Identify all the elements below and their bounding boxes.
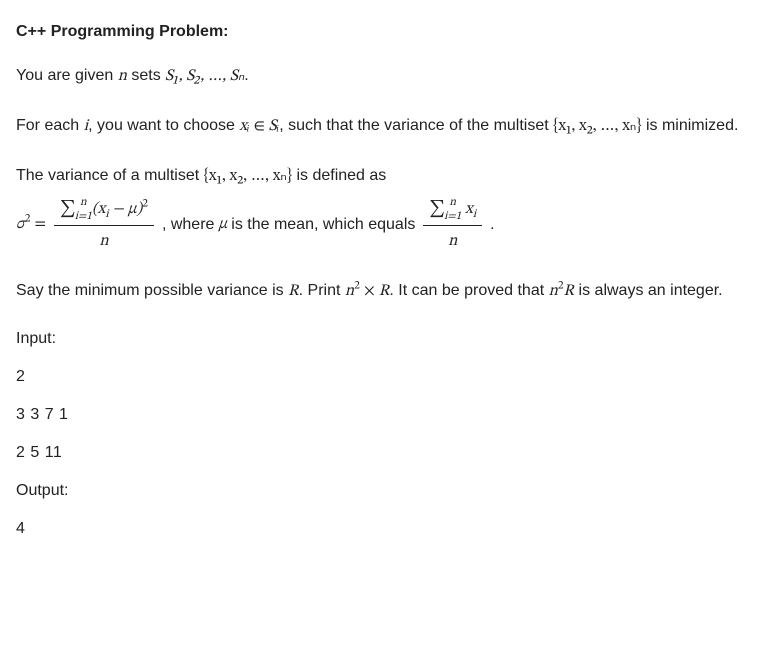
- text: , where: [162, 211, 214, 238]
- R: R: [564, 283, 575, 299]
- text: You are given: [16, 67, 118, 84]
- sum-symbol: ∑: [429, 200, 445, 217]
- text: The variance of a multiset: [16, 167, 204, 184]
- x: x: [465, 201, 473, 217]
- text: , such that the variance of the multiset: [279, 117, 553, 134]
- text: .: [244, 67, 248, 84]
- multiset: {x₁, x₂, …, xₙ}: [553, 118, 641, 134]
- sum-symbol: ∑: [60, 200, 76, 217]
- variance-formula: σ2 = ∑ni=1(xi − μ)2 n , where μ is the m…: [16, 195, 766, 256]
- text: (x: [92, 201, 105, 217]
- denominator: n: [442, 226, 463, 255]
- output-label: Output:: [16, 479, 766, 503]
- sum-limits: n i=1: [75, 197, 92, 221]
- sum-limits: n i=1: [444, 197, 461, 221]
- n2R: n2 × R: [345, 283, 390, 299]
- equals: =: [34, 211, 46, 238]
- paren-x: (xi − μ)2: [92, 201, 148, 217]
- var-R: R: [288, 283, 299, 299]
- text: is always an integer.: [574, 282, 723, 299]
- text: is minimized.: [642, 117, 739, 134]
- R: R: [379, 283, 390, 299]
- paragraph-3: The variance of a multiset {x₁, x₂, …, x…: [16, 162, 766, 255]
- text: sets: [127, 67, 165, 84]
- element-of: ∈: [250, 118, 269, 134]
- numerator: ∑n i=1(xi − μ)2: [54, 195, 154, 227]
- mean-fraction: ∑ni=1 xi n: [423, 195, 482, 256]
- input-line: 2: [16, 365, 766, 389]
- var-Si: Sᵢ: [269, 118, 280, 134]
- text: For each: [16, 117, 84, 134]
- variance-def-text: The variance of a multiset {x₁, x₂, …, x…: [16, 162, 766, 190]
- sub-i: i: [473, 208, 476, 220]
- input-line: 2 5 11: [16, 441, 766, 465]
- text: is the mean, which equals: [231, 211, 415, 238]
- n: n: [345, 283, 354, 299]
- sigma-squared: σ2: [16, 211, 30, 238]
- exponent: 2: [25, 213, 31, 225]
- sum-lower: i=1: [444, 210, 461, 222]
- n: n: [549, 283, 558, 299]
- paragraph-4: Say the minimum possible variance is R. …: [16, 277, 766, 305]
- n2R-2: n2R: [549, 283, 574, 299]
- text: is defined as: [292, 167, 386, 184]
- xi-term: xi: [465, 201, 476, 217]
- paragraph-2: For each i, you want to choose xᵢ ∈ Sᵢ, …: [16, 112, 766, 140]
- variance-fraction: ∑ni=1(xi − μ)2 n: [54, 195, 154, 256]
- text: .: [490, 211, 494, 238]
- sum-upper: n: [444, 196, 461, 208]
- sets-list: S₁, S₂, …, Sₙ: [165, 68, 244, 84]
- text: . Print: [299, 282, 345, 299]
- exponent: 2: [142, 197, 148, 209]
- paragraph-1: You are given n sets S₁, S₂, …, Sₙ.: [16, 62, 766, 90]
- numerator: ∑n i=1 xi: [423, 195, 482, 227]
- denominator: n: [93, 226, 114, 255]
- text: − μ): [109, 201, 143, 217]
- sum-lower: i=1: [75, 210, 92, 222]
- text: . It can be proved that: [389, 282, 548, 299]
- var-xi: xᵢ: [239, 118, 249, 134]
- var-n: n: [118, 68, 127, 84]
- problem-heading: C++ Programming Problem:: [16, 20, 766, 44]
- sigma: σ: [16, 216, 25, 232]
- input-line: 3 3 7 1: [16, 403, 766, 427]
- times: ×: [360, 283, 379, 299]
- sum-upper: n: [75, 196, 92, 208]
- output-line: 4: [16, 517, 766, 541]
- text: Say the minimum possible variance is: [16, 282, 288, 299]
- input-label: Input:: [16, 327, 766, 351]
- mu: μ: [218, 211, 227, 238]
- text: , you want to choose: [88, 117, 239, 134]
- multiset: {x₁, x₂, …, xₙ}: [204, 168, 292, 184]
